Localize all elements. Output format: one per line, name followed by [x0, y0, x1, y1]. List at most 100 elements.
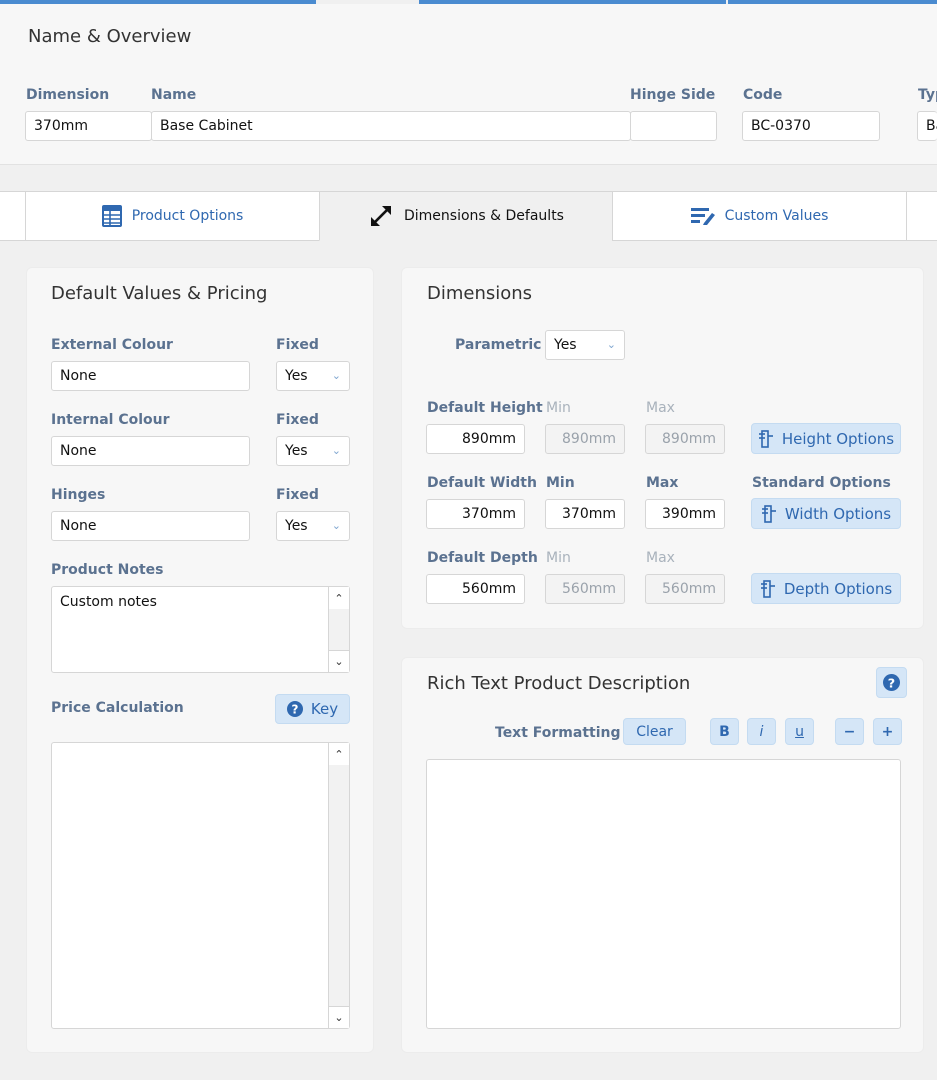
external-colour-label: External Colour	[51, 337, 173, 353]
clear-button[interactable]: Clear	[623, 718, 686, 745]
default-width-label: Default Width	[427, 475, 537, 491]
tab-previous[interactable]	[0, 191, 26, 241]
code-field[interactable]: BC-0370	[742, 111, 880, 141]
width-max-input[interactable]: 390mm	[645, 499, 725, 529]
price-calculation-scrollbar[interactable]: ⌃ ⌄	[328, 743, 349, 1028]
height-min-label: Min	[546, 400, 571, 416]
tab-next[interactable]	[906, 191, 937, 241]
scroll-down-icon[interactable]: ⌄	[329, 1006, 349, 1028]
width-min-input[interactable]: 370mm	[545, 499, 625, 529]
external-colour-fixed-label: Fixed	[276, 337, 319, 353]
hinge-side-label: Hinge Side	[630, 87, 716, 103]
tab-product-options[interactable]: Product Options	[25, 191, 320, 241]
depth-options-button[interactable]: Depth Options	[751, 573, 901, 604]
name-overview-section: Name & Overview Dimension Name Hinge Sid…	[0, 4, 937, 165]
external-colour-fixed-select[interactable]: Yes ⌄	[276, 361, 350, 391]
name-label: Name	[151, 87, 197, 103]
hinge-side-field[interactable]	[630, 111, 717, 141]
svg-text:?: ?	[291, 703, 298, 717]
dimensions-title: Dimensions	[427, 283, 533, 304]
width-options-button[interactable]: Width Options	[751, 498, 901, 529]
default-height-input[interactable]: 890mm	[426, 424, 525, 454]
rich-text-title: Rich Text Product Description	[427, 673, 691, 694]
tab-product-options-label: Product Options	[131, 208, 244, 224]
parametric-value: Yes	[554, 337, 577, 353]
type-label: Typ	[918, 87, 937, 103]
tab-dimensions-defaults[interactable]: Dimensions & Defaults	[319, 191, 613, 241]
height-max-label: Max	[646, 400, 675, 416]
depth-max-label: Max	[646, 550, 675, 566]
dimension-label: Dimension	[26, 87, 110, 103]
key-button-label: Key	[310, 700, 339, 718]
scroll-up-icon[interactable]: ⌃	[329, 743, 349, 765]
height-options-button[interactable]: Height Options	[751, 423, 901, 454]
internal-colour-fixed-label: Fixed	[276, 412, 319, 428]
chevron-down-icon: ⌄	[331, 519, 341, 532]
help-circle-icon: ?	[883, 674, 900, 691]
default-depth-label: Default Depth	[427, 550, 538, 566]
help-button[interactable]: ?	[876, 667, 907, 698]
type-field[interactable]: Ba	[917, 111, 937, 141]
height-options-label: Height Options	[781, 429, 895, 448]
name-field[interactable]: Base Cabinet	[151, 111, 631, 141]
decrease-font-button[interactable]: −	[835, 718, 864, 745]
height-max-input: 890mm	[645, 424, 725, 454]
width-max-label: Max	[646, 475, 679, 491]
bold-button[interactable]: B	[710, 718, 739, 745]
table-icon	[101, 205, 122, 227]
parametric-select[interactable]: Yes ⌄	[545, 330, 625, 360]
key-button[interactable]: ? Key	[275, 694, 350, 724]
hinges-label: Hinges	[51, 487, 106, 503]
product-notes-text: Custom notes	[60, 594, 157, 610]
width-min-label: Min	[546, 475, 575, 491]
depth-min-input: 560mm	[545, 574, 625, 604]
internal-colour-fixed-select[interactable]: Yes ⌄	[276, 436, 350, 466]
svg-text:?: ?	[888, 676, 895, 691]
ruler-icon	[758, 429, 773, 448]
product-notes-textarea[interactable]: Custom notes ⌃ ⌄	[51, 586, 350, 673]
height-min-input: 890mm	[545, 424, 625, 454]
internal-colour-input[interactable]: None	[51, 436, 250, 466]
chevron-down-icon: ⌄	[331, 369, 341, 382]
help-circle-icon: ?	[286, 701, 303, 717]
external-colour-fixed-value: Yes	[285, 368, 308, 384]
hinges-fixed-label: Fixed	[276, 487, 319, 503]
hinges-input[interactable]: None	[51, 511, 250, 541]
chevron-down-icon: ⌄	[606, 338, 616, 351]
hinges-fixed-select[interactable]: Yes ⌄	[276, 511, 350, 541]
tab-dimensions-defaults-label: Dimensions & Defaults	[404, 208, 564, 224]
price-calculation-textarea[interactable]: ⌃ ⌄	[51, 742, 350, 1029]
text-formatting-label: Text Formatting	[495, 725, 621, 741]
depth-max-input: 560mm	[645, 574, 725, 604]
dimension-field[interactable]: 370mm	[25, 111, 152, 141]
internal-colour-label: Internal Colour	[51, 412, 170, 428]
price-calculation-label: Price Calculation	[51, 700, 184, 716]
depth-min-label: Min	[546, 550, 571, 566]
product-notes-label: Product Notes	[51, 562, 164, 578]
width-options-label: Width Options	[784, 504, 892, 523]
underline-button[interactable]: u	[785, 718, 814, 745]
default-values-title: Default Values & Pricing	[51, 283, 268, 304]
scroll-down-icon[interactable]: ⌄	[329, 650, 349, 672]
external-colour-input[interactable]: None	[51, 361, 250, 391]
ruler-icon	[760, 579, 775, 598]
default-depth-input[interactable]: 560mm	[426, 574, 525, 604]
expand-arrows-icon	[371, 206, 391, 226]
standard-options-label: Standard Options	[752, 475, 891, 491]
italic-button[interactable]: i	[747, 718, 776, 745]
hinges-fixed-value: Yes	[285, 518, 308, 534]
code-label: Code	[743, 87, 783, 103]
tab-bar: Product Options Dimensions & Defaults Cu…	[0, 191, 937, 241]
default-width-input[interactable]: 370mm	[426, 499, 525, 529]
tab-custom-values[interactable]: Custom Values	[612, 191, 907, 241]
chevron-down-icon: ⌄	[331, 444, 341, 457]
increase-font-button[interactable]: +	[873, 718, 902, 745]
overview-title: Name & Overview	[28, 26, 192, 47]
tab-custom-values-label: Custom Values	[724, 208, 829, 224]
ruler-icon	[761, 504, 776, 523]
default-height-label: Default Height	[427, 400, 543, 416]
depth-options-label: Depth Options	[783, 579, 893, 598]
rich-text-editor[interactable]	[426, 759, 901, 1029]
product-notes-scrollbar[interactable]: ⌃ ⌄	[328, 587, 349, 672]
scroll-up-icon[interactable]: ⌃	[329, 587, 349, 609]
